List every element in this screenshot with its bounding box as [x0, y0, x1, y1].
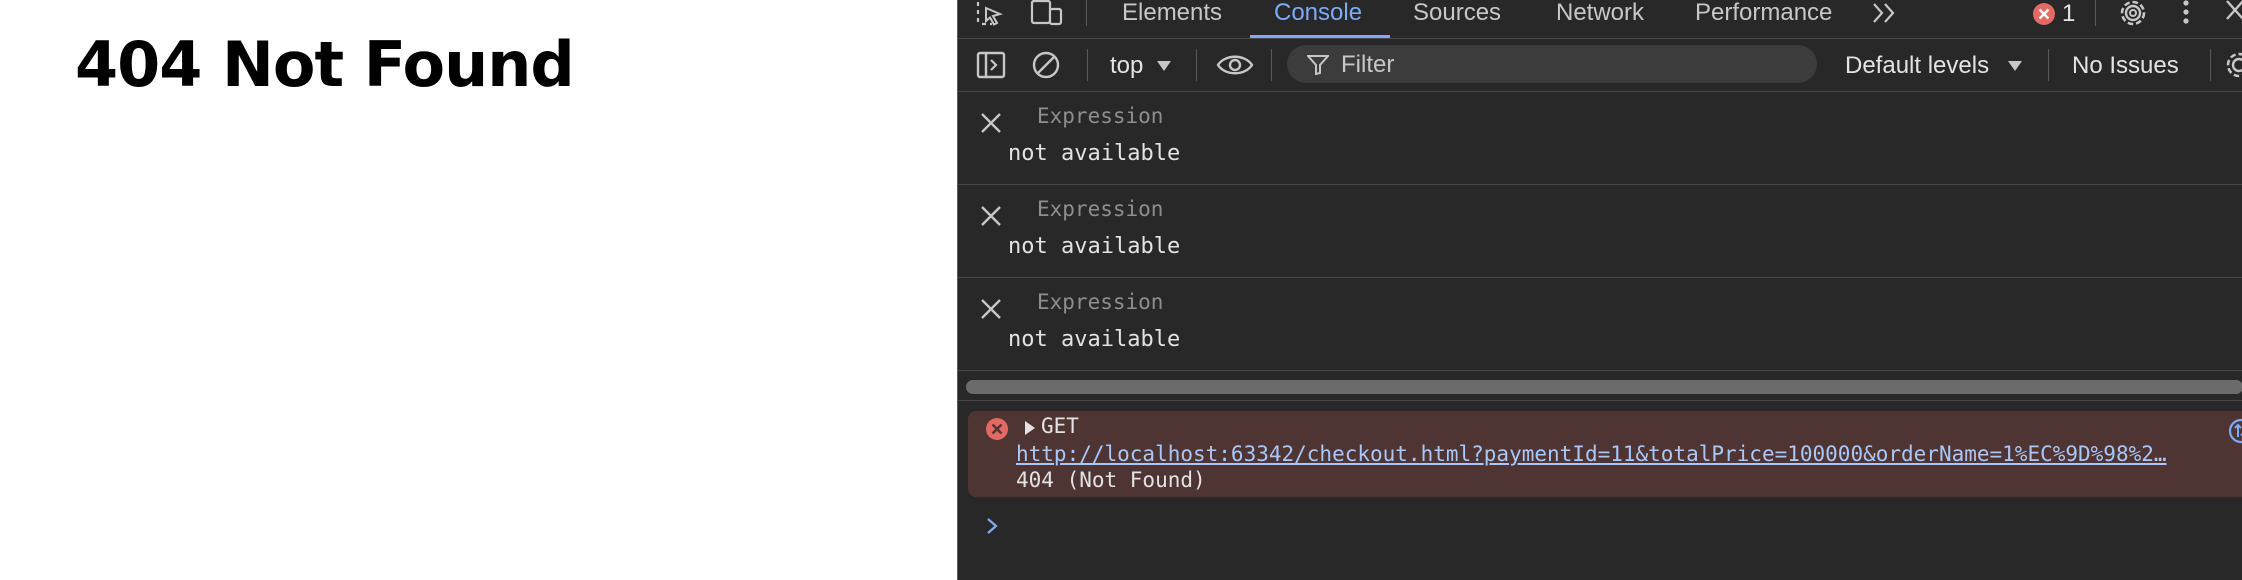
divider	[1086, 0, 1087, 26]
kebab-menu-icon[interactable]	[2181, 0, 2191, 26]
request-status: 404 (Not Found)	[1016, 468, 1206, 492]
dropdown-arrow-icon[interactable]	[1156, 60, 1172, 72]
remove-expression-icon[interactable]	[980, 205, 1002, 227]
settings-icon[interactable]	[2224, 50, 2242, 80]
context-selector[interactable]: top	[1110, 52, 1143, 80]
divider	[1087, 49, 1088, 81]
settings-icon[interactable]	[2118, 0, 2148, 28]
inspect-element-icon[interactable]	[975, 0, 1005, 26]
more-tabs-icon[interactable]	[1871, 2, 1899, 24]
log-levels-dropdown[interactable]: Default levels	[1845, 52, 1989, 80]
filter-placeholder: Filter	[1341, 51, 1395, 78]
expression-input[interactable]: Expression	[1037, 104, 1163, 128]
issues-link[interactable]: No Issues	[2072, 52, 2179, 80]
devtools-panel: Elements Console Sources Network Perform…	[957, 0, 2242, 580]
console-error-message: GET http://localhost:63342/checkout.html…	[968, 411, 2242, 497]
expand-arrow-icon[interactable]	[1023, 419, 1037, 437]
expression-value: not available	[1008, 141, 1181, 166]
expression-input[interactable]: Expression	[1037, 197, 1163, 221]
horizontal-scrollbar[interactable]	[958, 374, 2242, 401]
console-input[interactable]	[1018, 506, 2242, 546]
divider	[2095, 0, 2096, 26]
divider	[2048, 49, 2049, 81]
tab-performance[interactable]: Performance	[1695, 0, 1832, 38]
network-request-icon[interactable]	[2228, 418, 2242, 444]
sidebar-toggle-icon[interactable]	[976, 51, 1006, 79]
scrollbar-thumb[interactable]	[966, 380, 2242, 394]
clear-console-icon[interactable]	[1031, 50, 1061, 80]
tab-network[interactable]: Network	[1556, 0, 1644, 38]
console-toolbar: top Filter Default levels No Issues	[958, 39, 2242, 92]
dropdown-arrow-icon[interactable]	[2007, 60, 2023, 72]
page-heading: 404 Not Found	[75, 28, 575, 101]
expression-value: not available	[1008, 327, 1181, 352]
page-viewport: 404 Not Found	[0, 0, 958, 580]
devtools-tab-bar: Elements Console Sources Network Perform…	[958, 0, 2242, 39]
live-expression-row: Expression not available	[958, 278, 2242, 371]
remove-expression-icon[interactable]	[980, 112, 1002, 134]
divider	[1196, 49, 1197, 81]
console-prompt-icon	[987, 518, 998, 534]
tab-sources[interactable]: Sources	[1413, 0, 1501, 38]
error-count[interactable]: 1	[2062, 0, 2075, 28]
active-tab-indicator	[1250, 35, 1390, 38]
live-expression-row: Expression not available	[958, 185, 2242, 278]
tab-console[interactable]: Console	[1274, 0, 1362, 38]
eye-icon[interactable]	[1216, 53, 1254, 77]
expression-input[interactable]: Expression	[1037, 290, 1163, 314]
request-url-link[interactable]: http://localhost:63342/checkout.html?pay…	[1016, 442, 2167, 466]
live-expression-row: Expression not available	[958, 92, 2242, 185]
remove-expression-icon[interactable]	[980, 298, 1002, 320]
filter-icon	[1307, 55, 1329, 75]
request-method: GET	[1041, 414, 1079, 438]
error-icon[interactable]	[2032, 2, 2056, 26]
divider	[1271, 49, 1272, 81]
device-toggle-icon[interactable]	[1030, 0, 1064, 26]
tab-elements[interactable]: Elements	[1122, 0, 1222, 38]
filter-input[interactable]: Filter	[1287, 45, 1817, 83]
error-icon	[986, 418, 1008, 440]
expression-value: not available	[1008, 234, 1181, 259]
divider	[2210, 49, 2211, 81]
close-icon[interactable]	[2224, 0, 2242, 22]
